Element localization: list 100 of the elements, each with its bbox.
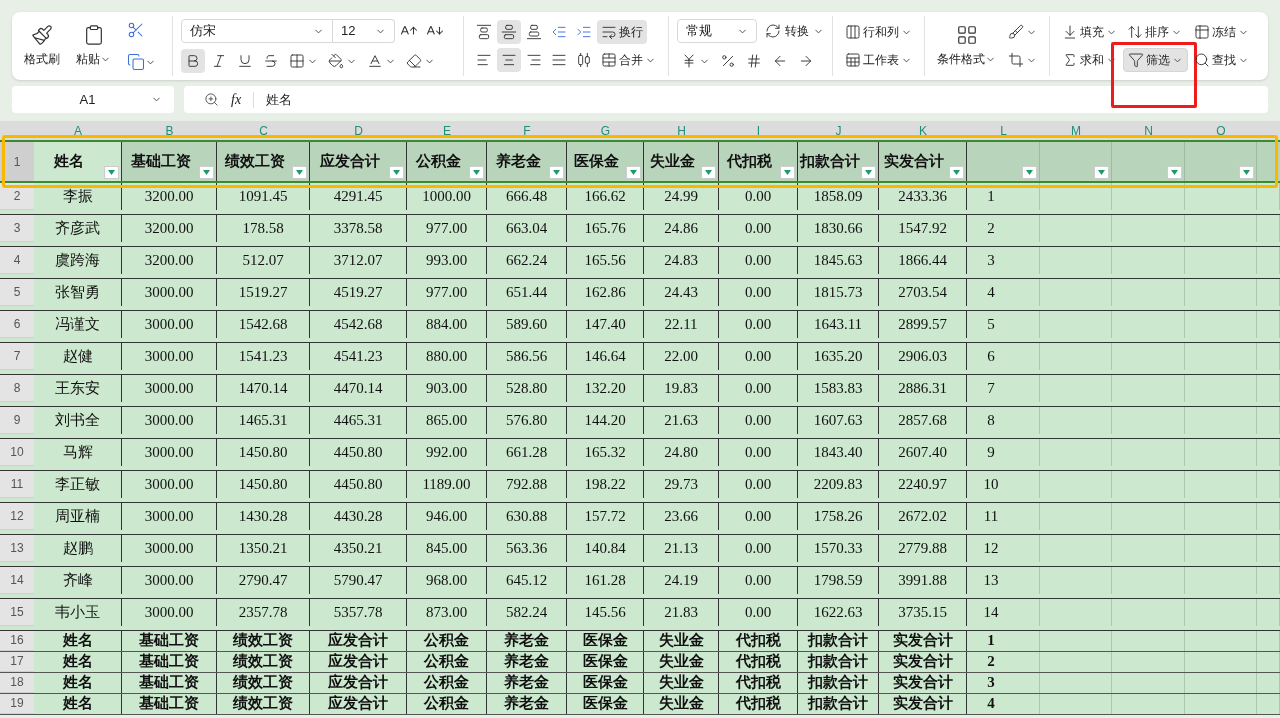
table-cell-text: 4542.68 <box>333 315 383 335</box>
table-cell: 扣款合计 <box>808 696 868 712</box>
table-cell: 绩效工资 <box>233 675 293 691</box>
filter-dropdown[interactable] <box>1167 166 1182 179</box>
row-header[interactable]: 17 <box>0 652 34 672</box>
table-cell-text: 145.56 <box>584 603 626 623</box>
toolbar-button[interactable]: 填充 <box>1058 20 1121 44</box>
table-cell-text: 166.62 <box>584 187 626 207</box>
paste-button[interactable]: 粘贴 <box>72 24 115 68</box>
row-header[interactable]: 18 <box>0 673 34 693</box>
name-box[interactable]: A1 <box>12 86 174 113</box>
table-cell: 医保金 <box>582 633 628 649</box>
tool-button[interactable] <box>497 48 521 72</box>
filter-dropdown[interactable] <box>292 166 307 179</box>
table-cell: 医保金 <box>582 675 628 691</box>
table-cell-text: 24.43 <box>664 283 698 303</box>
table-cell-text: 2209.83 <box>813 475 863 495</box>
filter-dropdown[interactable] <box>104 166 119 179</box>
table-cell-text: 24.80 <box>664 443 698 463</box>
table-cell-text: 3000.00 <box>144 603 194 623</box>
row-header[interactable]: 4 <box>0 247 34 274</box>
toolbar-button[interactable]: 换行 <box>597 20 647 44</box>
filter-dropdown[interactable] <box>780 166 795 179</box>
table-cell-text: 19.83 <box>664 379 698 399</box>
table-cell-text: 0.00 <box>744 379 772 399</box>
filter-dropdown[interactable] <box>389 166 404 179</box>
filter-dropdown[interactable] <box>1022 166 1037 179</box>
font-select[interactable]: 仿宋 <box>181 19 333 43</box>
table-cell-text: 0.00 <box>744 219 772 239</box>
table-cell-text: 3000.00 <box>144 379 194 399</box>
table-cell-text: 5 <box>987 315 996 335</box>
table-cell-text: 4 <box>987 696 996 712</box>
row-header[interactable]: 15 <box>0 599 34 626</box>
conditional-format-button[interactable]: 条件格式 <box>933 24 1000 68</box>
zoom-icon <box>204 92 219 107</box>
font-size-select[interactable]: 12 <box>333 19 395 43</box>
row-header[interactable]: 16 <box>0 631 34 651</box>
toolbar-button[interactable]: 排序 <box>1123 20 1186 44</box>
filter-dropdown[interactable] <box>469 166 484 179</box>
toolbar-button[interactable]: 求和 <box>1058 48 1121 72</box>
triangle-icon <box>296 170 303 175</box>
filter-dropdown[interactable] <box>1239 166 1254 179</box>
table-cell-text: 146.64 <box>584 347 626 367</box>
row-header[interactable]: 8 <box>0 375 34 402</box>
toolbar-button[interactable]: 合并 <box>597 48 660 72</box>
filter-dropdown[interactable] <box>701 166 716 179</box>
table-cell-text: 李振 <box>62 187 93 207</box>
row-header[interactable]: 3 <box>0 215 34 242</box>
row-header[interactable]: 11 <box>0 471 34 498</box>
table-cell: 姓名 <box>62 654 93 670</box>
decimal-increase-icon <box>772 53 788 69</box>
table-cell: 失业金 <box>658 696 704 712</box>
table-cell-text: 977.00 <box>425 283 468 303</box>
function-label[interactable]: fx <box>231 89 242 110</box>
filter-dropdown[interactable] <box>199 166 214 179</box>
table-cell-text: 1858.09 <box>813 187 863 207</box>
row-header[interactable]: 10 <box>0 439 34 466</box>
table-cell-text: 1541.23 <box>238 347 288 367</box>
filter-dropdown[interactable] <box>861 166 876 179</box>
table-cell-text: 4465.31 <box>333 411 383 431</box>
tool-button[interactable] <box>181 49 205 73</box>
row-header[interactable]: 13 <box>0 535 34 562</box>
formula-bar[interactable]: fx 姓名 <box>184 86 1268 113</box>
tool-button[interactable] <box>497 20 521 44</box>
table-cell: 实发合计 <box>892 633 953 649</box>
table-cell-text: 0.00 <box>744 571 772 591</box>
toolbar-button[interactable]: 查找 <box>1190 48 1253 72</box>
font-color-icon <box>367 53 383 69</box>
row-header[interactable]: 19 <box>0 694 34 714</box>
row-header[interactable]: 5 <box>0 279 34 306</box>
toolbar-button[interactable]: 冻结 <box>1190 20 1253 44</box>
sheet-icon <box>845 52 861 68</box>
table-cell-text: 3200.00 <box>144 251 194 271</box>
filter-dropdown[interactable] <box>549 166 564 179</box>
row-header[interactable]: 7 <box>0 343 34 370</box>
filter-dropdown[interactable] <box>626 166 641 179</box>
filter-dropdown[interactable] <box>1094 166 1109 179</box>
format-painter-button[interactable]: 格式刷 <box>20 24 64 68</box>
row-header[interactable]: 14 <box>0 567 34 594</box>
table-cell-text: 662.24 <box>505 251 548 271</box>
row-header[interactable]: 6 <box>0 311 34 338</box>
toolbar-button[interactable]: 筛选 <box>1123 48 1188 72</box>
row-header[interactable]: 12 <box>0 503 34 530</box>
table-cell-text: 张智勇 <box>55 283 100 303</box>
table-cell-text: 165.32 <box>584 443 626 463</box>
number-format-select[interactable]: 常规 <box>677 19 757 43</box>
table-cell-text: 3712.07 <box>333 251 383 271</box>
filter-dropdown[interactable] <box>949 166 964 179</box>
table-cell: 实发合计 <box>892 654 953 670</box>
table-cell: 公积金 <box>424 633 469 649</box>
table-cell-text: 2357.78 <box>238 603 288 623</box>
convert-button[interactable]: 转换 <box>765 22 824 40</box>
table-cell: 医保金 <box>582 654 628 670</box>
header-cell-text: 养老金 <box>495 152 541 172</box>
row-header[interactable]: 9 <box>0 407 34 434</box>
table-cell-text: 903.00 <box>425 379 468 399</box>
toolbar-button[interactable]: 行和列 <box>841 20 916 44</box>
table-cell-text: 齐峰 <box>62 571 93 591</box>
toolbar-button[interactable]: 工作表 <box>841 48 916 72</box>
table-cell-text: 1091.45 <box>238 187 288 207</box>
